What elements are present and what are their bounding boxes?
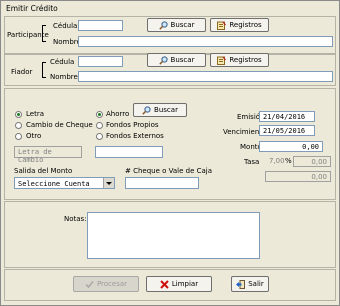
chevron-down-icon[interactable] xyxy=(103,178,114,188)
participante-registros-button[interactable]: Registros xyxy=(210,18,269,32)
monto-value: 0,00 xyxy=(302,143,319,151)
registros-icon xyxy=(217,21,227,30)
procesar-label: Procesar xyxy=(96,280,128,288)
emision-value: 21/04/2016 xyxy=(263,113,306,121)
registros-icon xyxy=(217,56,227,65)
salir-label: Salir xyxy=(248,280,264,288)
tasa-value2-field: 0,00 xyxy=(265,171,331,182)
salir-button[interactable]: Salir xyxy=(231,276,269,292)
radio-ahorro-label: Ahorro xyxy=(106,110,130,118)
monto-input[interactable]: 0,00 xyxy=(259,141,323,152)
checkmark-icon xyxy=(85,280,94,289)
salida-select[interactable]: Seleccione Cuenta xyxy=(14,177,115,189)
vencimiento-value: 21/05/2016 xyxy=(263,127,306,135)
fiador-nombre-label: Nombre xyxy=(50,73,78,81)
origen-field[interactable] xyxy=(95,146,163,158)
participante-nombre-input[interactable] xyxy=(78,36,333,47)
cheque-label: # Cheque o Vale de Caja xyxy=(125,167,213,175)
limpiar-label: Limpiar xyxy=(171,280,199,288)
salida-label: Salida del Monto xyxy=(14,167,73,175)
fiador-nombre-input[interactable] xyxy=(78,71,333,82)
notas-textarea[interactable] xyxy=(87,212,260,259)
exit-door-icon xyxy=(236,279,246,289)
radio-ahorro[interactable] xyxy=(96,111,103,118)
radio-cambio-cheque[interactable] xyxy=(15,122,22,129)
fiador-bracket-top xyxy=(42,62,46,63)
radio-fondos-propios[interactable] xyxy=(96,122,103,129)
radio-otro-label: Otro xyxy=(26,132,42,140)
tasa-label: Tasa xyxy=(244,158,260,166)
participante-bracket xyxy=(42,25,43,41)
tasa-percent: % xyxy=(285,157,292,165)
limpiar-button[interactable]: Limpiar xyxy=(146,276,212,292)
tasa-rate: 7,00 xyxy=(269,157,285,165)
participante-bracket-bottom xyxy=(42,41,46,42)
participante-cedula-input[interactable] xyxy=(78,20,123,31)
fiador-bracket xyxy=(42,62,43,77)
fiador-cedula-input[interactable] xyxy=(78,56,123,67)
participante-nombre-label: Nombre xyxy=(53,38,81,46)
radio-letra-label: Letra xyxy=(26,110,44,118)
participante-bracket-top xyxy=(42,25,46,26)
radio-otro[interactable] xyxy=(15,133,22,140)
fiador-buscar-button[interactable]: Buscar xyxy=(147,53,206,67)
radio-letra[interactable] xyxy=(15,111,22,118)
origen-buscar-label: Buscar xyxy=(154,106,178,114)
emision-input[interactable]: 21/04/2016 xyxy=(259,111,315,122)
title-bar: Emitir Crédito xyxy=(1,1,339,15)
participante-cedula-label: Cédula xyxy=(53,22,78,30)
fiador-bracket-bottom xyxy=(42,77,46,78)
salida-selected-value: Seleccione Cuenta xyxy=(18,180,90,188)
participante-buscar-label: Buscar xyxy=(170,21,195,29)
fiador-cedula-label: Cédula xyxy=(50,58,75,66)
radio-fondos-externos-label: Fondos Externos xyxy=(106,132,164,140)
fiador-label: Fiador xyxy=(11,68,33,76)
tasa-value1-field: 0,00 xyxy=(293,156,331,167)
magnifier-icon xyxy=(142,105,151,115)
letra-cambio-text: Letra de Cambio xyxy=(18,148,52,164)
emitir-credito-window: Emitir Crédito Participante Cédula Busca… xyxy=(0,0,340,306)
cheque-input[interactable] xyxy=(125,177,199,189)
radio-fondos-propios-label: Fondos Propios xyxy=(106,121,159,129)
magnifier-icon xyxy=(158,55,168,65)
tasa-value2: 0,00 xyxy=(311,173,327,181)
red-x-icon xyxy=(160,279,169,289)
tasa-value1: 0,00 xyxy=(311,158,327,166)
radio-fondos-externos[interactable] xyxy=(96,133,103,140)
letra-cambio-field: Letra de Cambio xyxy=(14,146,82,164)
radio-cambio-cheque-label: Cambio de Cheque xyxy=(26,121,93,129)
vencimiento-input[interactable]: 21/05/2016 xyxy=(259,125,315,136)
participante-registros-label: Registros xyxy=(229,21,262,29)
origen-buscar-button[interactable]: Buscar xyxy=(133,103,187,117)
fiador-registros-label: Registros xyxy=(229,56,262,64)
procesar-button[interactable]: Procesar xyxy=(73,276,139,292)
fiador-registros-button[interactable]: Registros xyxy=(210,53,269,67)
window-title: Emitir Crédito xyxy=(6,4,58,13)
magnifier-icon xyxy=(158,20,168,30)
notas-label: Notas: xyxy=(64,215,87,223)
participante-buscar-button[interactable]: Buscar xyxy=(147,18,206,32)
fiador-buscar-label: Buscar xyxy=(170,56,195,64)
